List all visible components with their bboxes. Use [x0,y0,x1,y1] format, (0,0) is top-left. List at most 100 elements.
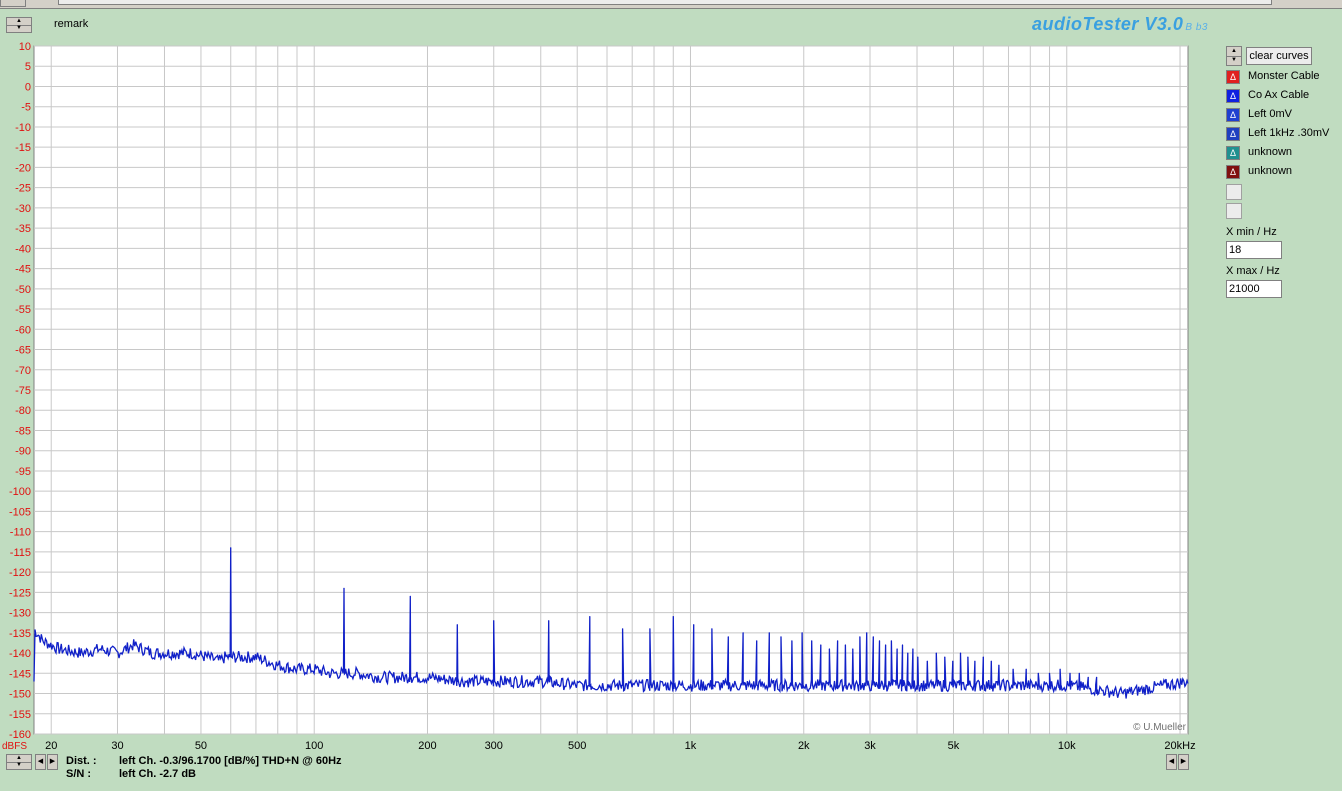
triangle-icon[interactable]: Δ [1226,70,1240,84]
harmonic-peak-point [343,587,345,589]
legend-item-monster-cable[interactable]: Δ Monster Cable [1226,69,1342,85]
harmonic-peak-point [952,660,954,662]
y-tick-label: -85 [15,425,31,437]
y-tick-label: 10 [19,41,31,53]
top-scroll-track[interactable] [58,0,1272,5]
harmonic-peak-point [693,624,695,626]
empty-curve-slot[interactable] [1226,184,1242,200]
x-tick-label: 3k [864,740,876,752]
y-tick-label: -35 [15,223,31,235]
y-tick-label: -120 [9,567,31,579]
scroll-left-icon[interactable]: ◀ [1166,754,1177,770]
legend-label: unknown [1248,165,1293,177]
y-tick-label: -160 [9,729,31,741]
harmonic-peak-point [926,660,928,662]
y-tick-label: -150 [9,689,31,701]
harmonic-peak-point [1078,672,1080,674]
harmonic-peak-point [998,664,1000,666]
x-max-label: X max / Hz [1226,265,1280,277]
spin-down-icon[interactable]: ▼ [7,762,31,769]
scroll-right-icon[interactable]: ▶ [1178,754,1189,770]
legend-label: Left 0mV [1248,108,1293,120]
harmonic-peak-point [866,632,868,634]
harmonic-peak-point [828,648,831,650]
empty-curve-slot[interactable] [1226,203,1242,219]
sn-value: left Ch. -2.7 dB [119,768,197,780]
x-tick-label: 50 [195,740,207,752]
triangle-icon[interactable]: Δ [1226,127,1240,141]
harmonic-peak-point [896,648,898,650]
y-tick-label: -30 [15,203,31,215]
x-tick-label: 200 [418,740,436,752]
harmonic-peak-point [493,620,495,622]
y-tick-label: -125 [9,587,31,599]
y-tick-label: -105 [9,506,31,518]
x-min-label: X min / Hz [1226,226,1277,238]
y-tick-label: -70 [15,365,31,377]
x-tick-label: 2k [798,740,810,752]
harmonic-peak-point [912,648,914,650]
x-tick-label: 20kHz [1164,740,1195,752]
harmonic-peak-point [837,640,839,642]
x-axis-ticks: 20 30 50 100 200 300 500 1k 2k 3k 5k 10k 20kHz [45,740,1196,752]
harmonic-peak-point [820,644,822,646]
harmonic-peak-point [990,660,992,662]
harmonic-peak-point [742,632,744,634]
triangle-icon[interactable]: Δ [1226,108,1240,122]
y-tick-label: 0 [25,81,31,93]
legend-label: Monster Cable [1248,70,1320,82]
harmonic-peak-point [409,595,411,598]
top-scroll-button[interactable] [0,0,26,7]
legend-item-co-ax-cable[interactable]: Δ Co Ax Cable [1226,88,1342,104]
x-max-input[interactable] [1226,280,1282,298]
legend-spinner[interactable]: ▲ ▼ [1226,46,1242,66]
y-tick-label: -145 [9,668,31,680]
harmonic-peak-point [852,648,854,650]
status-spinner[interactable]: ▲ ▼ [6,754,32,770]
triangle-icon[interactable]: Δ [1226,146,1240,160]
y-tick-label: -20 [15,162,31,174]
dist-value: left Ch. -0.3/96.1700 [dB/%] THD+N @ 60H… [119,755,342,767]
y-tick-label: -15 [15,142,31,154]
legend-item-unknown-2[interactable]: Δ unknown [1226,164,1342,180]
y-tick-label: -80 [15,405,31,417]
x-tick-label: 20 [45,740,57,752]
x-tick-label: 30 [111,740,123,752]
triangle-icon[interactable]: Δ [1226,89,1240,103]
harmonic-peak-point [974,660,976,662]
harmonic-peak-point [672,616,674,618]
legend-item-left-0mv[interactable]: Δ Left 0mV [1226,107,1342,123]
status-bar: ▲ ▼ ◀ ▶ Dist. : left Ch. -0.3/96.1700 [d… [0,752,1342,791]
y-tick-label: -100 [9,486,31,498]
copyright-text: © U.Mueller [1133,722,1187,733]
harmonic-peak-point [780,636,782,638]
spectrum-chart: 1050-5-10-15-20-25-30-35-40-45-50-55-60-… [2,41,1196,752]
clear-curves-button[interactable]: clear curves [1246,47,1312,65]
y-tick-label: -95 [15,466,31,478]
y-tick-label: -55 [15,304,31,316]
x-min-input[interactable] [1226,241,1282,259]
harmonic-peak-point [1096,676,1098,678]
remark-label: remark [54,18,89,30]
spin-down-icon[interactable]: ▼ [1227,56,1241,65]
y-tick-label: -115 [10,547,31,559]
top-scrollbar[interactable] [0,0,1342,9]
triangle-icon[interactable]: Δ [1226,165,1240,179]
sn-label: S/N : [66,768,92,780]
harmonic-peak-point [548,620,550,622]
y-tick-label: -5 [21,102,31,114]
harmonic-peak-point [982,656,984,658]
y-tick-label: -140 [9,648,31,660]
harmonic-peak-point [711,628,713,630]
harmonic-peak-point [1037,672,1039,674]
harmonic-peak-point [844,644,847,646]
harmonic-peak-point [901,644,904,646]
harmonic-peak-point [756,640,758,642]
x-tick-label: 5k [948,740,960,752]
legend-item-left-1khz[interactable]: Δ Left 1kHz .30mV [1226,126,1342,142]
legend-item-unknown-1[interactable]: Δ unknown [1226,145,1342,161]
nav-right-icon[interactable]: ▶ [47,754,58,770]
harmonic-peak-point [230,547,232,549]
nav-left-icon[interactable]: ◀ [35,754,46,770]
harmonic-peak-point [907,652,909,654]
